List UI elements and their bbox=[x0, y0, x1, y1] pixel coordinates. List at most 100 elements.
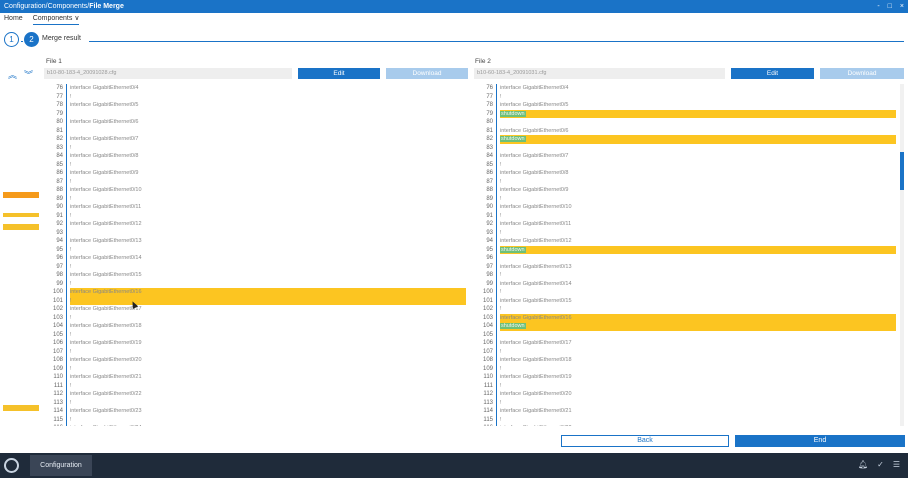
diff-overview-marker[interactable] bbox=[3, 192, 39, 198]
code-line[interactable]: 79 shutdown bbox=[474, 109, 896, 118]
code-line[interactable]: 81 bbox=[44, 127, 466, 136]
code-line[interactable]: 111! bbox=[474, 382, 896, 391]
code-line[interactable]: 104 shutdown bbox=[474, 322, 896, 331]
code-line[interactable]: 113! bbox=[474, 399, 896, 408]
code-line[interactable]: 116 interface GigabitEthernet0/24 bbox=[44, 424, 466, 426]
next-diff-icon[interactable]: ︾ bbox=[24, 68, 33, 81]
code-line[interactable]: 102 interface GigabitEthernet0/17 bbox=[44, 305, 466, 314]
code-line[interactable]: 100 interface GigabitEthernet0/16 bbox=[44, 288, 466, 297]
code-line[interactable]: 85! bbox=[44, 161, 466, 170]
previous-diff-icon[interactable]: ︽ bbox=[8, 68, 17, 81]
code-line[interactable]: 114 interface GigabitEthernet0/23 bbox=[44, 407, 466, 416]
code-line[interactable]: 116 interface GigabitEthernet0/22 bbox=[474, 424, 896, 426]
code-line[interactable]: 80 bbox=[474, 118, 896, 127]
code-line[interactable]: 98! bbox=[474, 271, 896, 280]
file1-editor[interactable]: 76 interface GigabitEthernet0/4 77! 78 inter… bbox=[44, 84, 466, 426]
code-line[interactable]: 110 interface GigabitEthernet0/19 bbox=[474, 373, 896, 382]
code-line[interactable]: 88 interface GigabitEthernet0/9 bbox=[474, 186, 896, 195]
code-line[interactable]: 79 bbox=[44, 110, 466, 119]
close-icon[interactable]: × bbox=[900, 0, 904, 13]
minimize-icon[interactable]: - bbox=[877, 0, 879, 13]
code-line[interactable]: 110 interface GigabitEthernet0/21 bbox=[44, 373, 466, 382]
code-line[interactable]: 99 interface GigabitEthernet0/14 bbox=[474, 280, 896, 289]
code-line[interactable]: 95! bbox=[44, 246, 466, 255]
code-line[interactable]: 115! bbox=[44, 416, 466, 425]
code-line[interactable]: 105! bbox=[44, 331, 466, 340]
code-line[interactable]: 87! bbox=[474, 178, 896, 187]
code-line[interactable]: 94 interface GigabitEthernet0/12 bbox=[474, 237, 896, 246]
file1-edit-button[interactable]: Edit bbox=[298, 68, 380, 79]
code-line[interactable]: 107! bbox=[44, 348, 466, 357]
code-line[interactable]: 76 interface GigabitEthernet0/4 bbox=[44, 84, 466, 93]
code-line[interactable]: 87! bbox=[44, 178, 466, 187]
diff-overview-marker[interactable] bbox=[3, 213, 39, 217]
code-line[interactable]: 100! bbox=[474, 288, 896, 297]
list-icon[interactable]: ☰ bbox=[893, 460, 900, 469]
code-line[interactable]: 102! bbox=[474, 305, 896, 314]
code-line[interactable]: 77! bbox=[474, 93, 896, 102]
end-button[interactable]: End bbox=[735, 435, 905, 447]
code-line[interactable]: 91! bbox=[44, 212, 466, 221]
code-line[interactable]: 108 interface GigabitEthernet0/20 bbox=[44, 356, 466, 365]
code-line[interactable]: 83! bbox=[44, 144, 466, 153]
code-line[interactable]: 97! bbox=[44, 263, 466, 272]
code-line[interactable]: 90 interface GigabitEthernet0/10 bbox=[474, 203, 896, 212]
check-circle-icon[interactable]: ✓ bbox=[877, 460, 884, 469]
code-line[interactable]: 86 interface GigabitEthernet0/9 bbox=[44, 169, 466, 178]
code-line[interactable]: 93 bbox=[44, 229, 466, 238]
code-line[interactable]: 106 interface GigabitEthernet0/17 bbox=[474, 339, 896, 348]
taskbar-item-configuration[interactable]: Configuration bbox=[30, 455, 92, 476]
diff-overview-marker[interactable] bbox=[3, 224, 39, 230]
file2-editor[interactable]: 76 interface GigabitEthernet0/4 77! 78 inter… bbox=[474, 84, 896, 426]
code-line[interactable]: 84 interface GigabitEthernet0/8 bbox=[44, 152, 466, 161]
code-line[interactable]: 77! bbox=[44, 93, 466, 102]
file2-download-button[interactable]: Download bbox=[820, 68, 904, 79]
bell-icon[interactable]: 🔔︎ bbox=[858, 460, 868, 469]
maximize-icon[interactable]: □ bbox=[888, 0, 892, 13]
code-line[interactable]: 108 interface GigabitEthernet0/18 bbox=[474, 356, 896, 365]
code-line[interactable]: 113! bbox=[44, 399, 466, 408]
file2-edit-button[interactable]: Edit bbox=[731, 68, 814, 79]
step-1[interactable]: 1 bbox=[4, 32, 19, 47]
scrollbar-thumb[interactable] bbox=[900, 152, 904, 190]
code-line[interactable]: 85! bbox=[474, 161, 896, 170]
code-line[interactable]: 92 interface GigabitEthernet0/11 bbox=[474, 220, 896, 229]
diff-overview-marker[interactable] bbox=[3, 405, 39, 411]
code-line[interactable]: 105 bbox=[474, 331, 896, 340]
code-line[interactable]: 84 interface GigabitEthernet0/7 bbox=[474, 152, 896, 161]
menu-components[interactable]: Components ∨ bbox=[32, 13, 80, 25]
code-line[interactable]: 80 interface GigabitEthernet0/6 bbox=[44, 118, 466, 127]
code-line[interactable]: 114 interface GigabitEthernet0/21 bbox=[474, 407, 896, 416]
code-line[interactable]: 81 interface GigabitEthernet0/6 bbox=[474, 127, 896, 136]
code-line[interactable]: 112 interface GigabitEthernet0/20 bbox=[474, 390, 896, 399]
code-line[interactable]: 86 interface GigabitEthernet0/8 bbox=[474, 169, 896, 178]
code-line[interactable]: 99! bbox=[44, 280, 466, 289]
code-line[interactable]: 107! bbox=[474, 348, 896, 357]
code-line[interactable]: 103! bbox=[44, 314, 466, 323]
back-button[interactable]: Back bbox=[561, 435, 729, 447]
code-line[interactable]: 97 interface GigabitEthernet0/13 bbox=[474, 263, 896, 272]
code-line[interactable]: 95 shutdown bbox=[474, 245, 896, 254]
code-line[interactable]: 101! bbox=[44, 296, 466, 305]
code-line[interactable]: 104 interface GigabitEthernet0/18 bbox=[44, 322, 466, 331]
code-line[interactable]: 111! bbox=[44, 382, 466, 391]
code-line[interactable]: 89! bbox=[474, 195, 896, 204]
code-line[interactable]: 93! bbox=[474, 229, 896, 238]
code-line[interactable]: 98 interface GigabitEthernet0/15 bbox=[44, 271, 466, 280]
code-line[interactable]: 88 interface GigabitEthernet0/10 bbox=[44, 186, 466, 195]
code-line[interactable]: 83 bbox=[474, 144, 896, 153]
code-line[interactable]: 96 interface GigabitEthernet0/14 bbox=[44, 254, 466, 263]
code-line[interactable]: 89! bbox=[44, 195, 466, 204]
code-line[interactable]: 78 interface GigabitEthernet0/5 bbox=[474, 101, 896, 110]
code-line[interactable]: 112 interface GigabitEthernet0/22 bbox=[44, 390, 466, 399]
code-line[interactable]: 92 interface GigabitEthernet0/12 bbox=[44, 220, 466, 229]
menu-home[interactable]: Home bbox=[4, 13, 23, 25]
editor-scrollbar[interactable] bbox=[900, 84, 904, 426]
code-line[interactable]: 82 interface GigabitEthernet0/7 bbox=[44, 135, 466, 144]
code-line[interactable]: 109! bbox=[44, 365, 466, 374]
code-line[interactable]: 115! bbox=[474, 416, 896, 425]
code-line[interactable]: 82 shutdown bbox=[474, 135, 896, 144]
code-line[interactable]: 76 interface GigabitEthernet0/4 bbox=[474, 84, 896, 93]
file1-download-button[interactable]: Download bbox=[386, 68, 468, 79]
code-line[interactable]: 78 interface GigabitEthernet0/5 bbox=[44, 101, 466, 110]
